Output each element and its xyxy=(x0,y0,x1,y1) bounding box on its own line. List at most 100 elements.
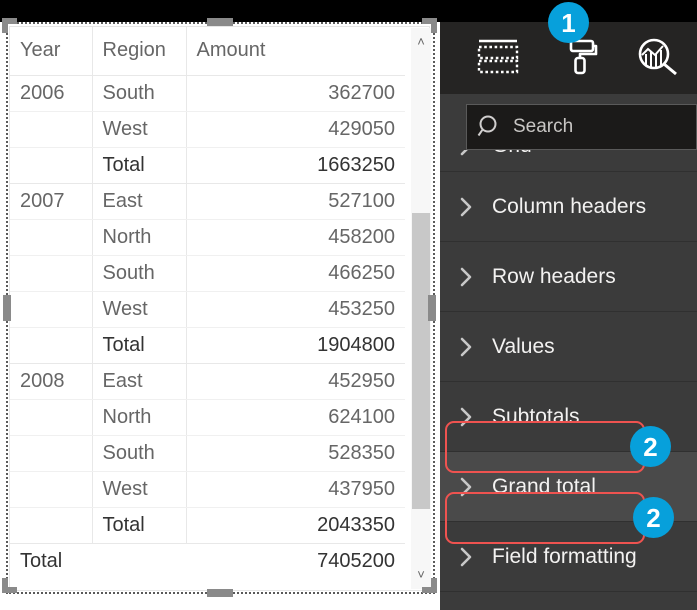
chevron-right-icon xyxy=(440,405,492,429)
cell-region: South xyxy=(92,75,187,112)
search-input[interactable]: Search xyxy=(466,104,697,150)
cell-region: West xyxy=(92,291,187,328)
cell-amount: 624100 xyxy=(186,399,405,436)
grand-total-label: Total xyxy=(10,542,186,579)
cell-amount: 466250 xyxy=(186,255,405,292)
cell-year: 2007 xyxy=(10,183,93,220)
table-header-row: Year Region Amount xyxy=(10,27,405,76)
table-row[interactable]: West 453250 xyxy=(10,291,405,328)
cell-year: 2006 xyxy=(10,75,93,112)
cell-amount: 458200 xyxy=(186,219,405,256)
cell-region: Total xyxy=(92,147,187,184)
column-header-region[interactable]: Region xyxy=(92,27,187,76)
chevron-right-icon xyxy=(440,150,492,158)
matrix-table[interactable]: Year Region Amount 2006 South 362700 West 42… xyxy=(10,27,405,579)
paint-roller-icon xyxy=(557,37,599,77)
cell-year xyxy=(10,471,93,508)
resize-handle-bottom-left[interactable] xyxy=(2,578,17,593)
search-placeholder: Search xyxy=(513,116,574,137)
format-option-values[interactable]: Values xyxy=(440,312,697,382)
cell-amount: 528350 xyxy=(186,435,405,472)
annotation-badge-2-subtotals: 2 xyxy=(630,426,671,467)
report-canvas: Year Region Amount 2006 South 362700 West 42… xyxy=(0,0,440,610)
chevron-right-icon xyxy=(440,195,492,219)
fields-table-icon xyxy=(477,38,519,76)
resize-handle-left-middle[interactable] xyxy=(3,295,11,321)
format-option-label: Grand total xyxy=(492,474,596,498)
cell-region: West xyxy=(92,111,187,148)
cell-amount: 1663250 xyxy=(186,147,405,184)
chevron-right-icon xyxy=(440,265,492,289)
table-row[interactable]: South 466250 xyxy=(10,255,405,292)
matrix-scroll-area[interactable]: Year Region Amount 2006 South 362700 West 42… xyxy=(10,27,429,590)
resize-handle-bottom-right[interactable] xyxy=(422,578,437,593)
cell-year xyxy=(10,399,93,436)
table-row[interactable]: Total 1904800 xyxy=(10,327,405,364)
scroll-up-arrow-icon[interactable]: ˄ xyxy=(411,30,431,54)
format-option-label: Subtotals xyxy=(492,404,580,428)
format-option-grid[interactable]: Grid xyxy=(440,150,697,172)
tab-format[interactable] xyxy=(550,34,606,80)
table-row[interactable]: Total 1663250 xyxy=(10,147,405,184)
cell-region: South xyxy=(92,255,187,292)
cell-year xyxy=(10,255,93,292)
analytics-magnifier-icon xyxy=(636,37,680,77)
cell-region: Total xyxy=(92,327,187,364)
matrix-body: 2006 South 362700 West 429050 Total 1663250 200… xyxy=(10,75,405,579)
cell-year xyxy=(10,219,93,256)
table-row[interactable]: West 437950 xyxy=(10,471,405,508)
cell-year xyxy=(10,291,93,328)
table-row[interactable]: South 528350 xyxy=(10,435,405,472)
cell-region: Total xyxy=(92,507,187,544)
cell-amount: 437950 xyxy=(186,471,405,508)
cell-year xyxy=(10,435,93,472)
format-option-row-headers[interactable]: Row headers xyxy=(440,242,697,312)
search-icon xyxy=(467,114,513,140)
cell-year xyxy=(10,147,93,184)
format-option-column-headers[interactable]: Column headers xyxy=(440,172,697,242)
cell-region: East xyxy=(92,363,187,400)
cell-amount: 362700 xyxy=(186,75,405,112)
format-option-label: Row headers xyxy=(492,264,616,288)
chevron-right-icon xyxy=(440,335,492,359)
resize-handle-top-right[interactable] xyxy=(422,18,437,33)
cell-amount: 1904800 xyxy=(186,327,405,364)
annotation-badge-1: 1 xyxy=(548,2,589,43)
table-row[interactable]: North 624100 xyxy=(10,399,405,436)
column-header-year[interactable]: Year xyxy=(10,27,93,76)
cell-amount: 2043350 xyxy=(186,507,405,544)
tab-analytics[interactable] xyxy=(630,34,686,80)
resize-handle-top-center[interactable] xyxy=(207,18,233,26)
cell-amount: 429050 xyxy=(186,111,405,148)
format-option-label: Values xyxy=(492,334,555,358)
format-option-list[interactable]: Grid Column headers Row headers Values Subto… xyxy=(440,150,697,610)
cell-year xyxy=(10,327,93,364)
cell-region: North xyxy=(92,399,187,436)
format-option-label: Grid xyxy=(492,150,532,158)
cell-amount: 452950 xyxy=(186,363,405,400)
column-header-amount[interactable]: Amount xyxy=(186,27,405,76)
table-row[interactable]: Total 2043350 xyxy=(10,507,405,544)
cell-year: 2008 xyxy=(10,363,93,400)
scrollbar-thumb[interactable] xyxy=(412,213,430,509)
resize-handle-top-left[interactable] xyxy=(2,18,17,33)
cell-region: West xyxy=(92,471,187,508)
cell-region: North xyxy=(92,219,187,256)
table-row[interactable]: 2007 East 527100 xyxy=(10,183,405,220)
tab-fields[interactable] xyxy=(470,34,526,80)
cell-year xyxy=(10,507,93,544)
table-row[interactable]: 2008 East 452950 xyxy=(10,363,405,400)
resize-handle-bottom-center[interactable] xyxy=(207,589,233,597)
chevron-right-icon xyxy=(440,475,492,499)
format-option-label: Column headers xyxy=(492,194,647,218)
table-row[interactable]: 2006 South 362700 xyxy=(10,75,405,112)
table-row[interactable]: West 429050 xyxy=(10,111,405,148)
cell-amount: 453250 xyxy=(186,291,405,328)
annotation-badge-2-grand-total: 2 xyxy=(633,497,674,538)
grand-total-amount: 7405200 xyxy=(186,542,405,579)
chevron-right-icon xyxy=(440,545,492,569)
table-row[interactable]: North 458200 xyxy=(10,219,405,256)
resize-handle-right-middle[interactable] xyxy=(428,295,436,321)
cell-region: East xyxy=(92,183,187,220)
grand-total-row[interactable]: Total 7405200 xyxy=(10,542,405,579)
